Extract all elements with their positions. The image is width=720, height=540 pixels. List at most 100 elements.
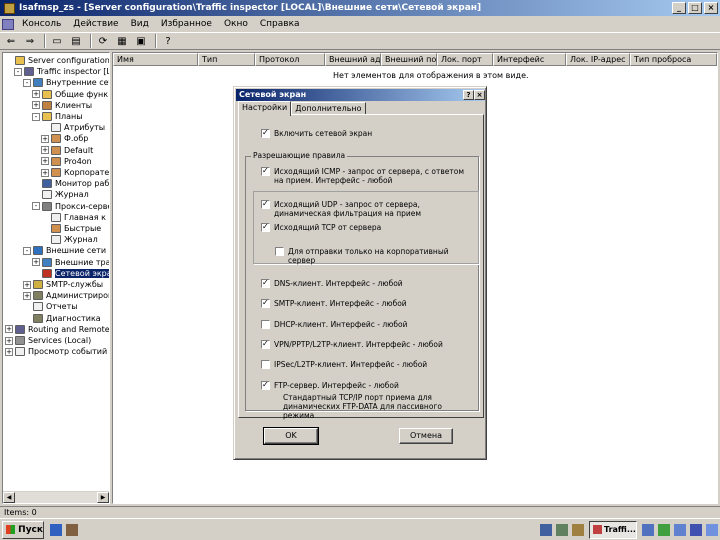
expand-icon[interactable]: + [32,90,40,99]
expand-icon[interactable]: + [5,347,13,356]
tree-item[interactable]: Атрибуты [41,122,105,133]
tree-item[interactable]: + Просмотр событий (л [5,346,109,357]
tree-item[interactable]: + Services (Local) [5,335,91,346]
ok-button[interactable]: OK [263,427,319,445]
rule-row-ftp[interactable]: FTP-сервер. Интерфейс - любой [261,380,399,390]
tree-item[interactable]: + Ф.обр [41,133,88,144]
dialog-help-button[interactable]: ? [463,90,474,100]
rule-row-smtp[interactable]: SMTP-клиент. Интерфейс - любой [261,298,407,308]
start-button[interactable]: Пуск [2,520,44,539]
expand-icon[interactable]: + [32,101,40,110]
taskbar-window-button[interactable]: Traffi... [589,520,637,539]
column-interface[interactable]: Интерфейс [493,53,566,66]
forward-icon[interactable]: ⇒ [22,34,38,48]
rule-vpn-checkbox[interactable] [261,339,270,349]
console-tree[interactable]: Server configuration - Traffic inspector [… [2,52,110,504]
quicklaunch-ie-icon[interactable] [50,523,62,536]
back-icon[interactable]: ⇐ [3,34,19,48]
rule-row-tcp[interactable]: Исходящий TCP от сервера [261,222,471,232]
tree-item[interactable]: + Внешние трафи [32,257,109,268]
rule-icmp-checkbox[interactable] [261,166,270,176]
column-local-port[interactable]: Лок. порт [437,53,493,66]
menu-window[interactable]: Окно [218,19,254,29]
tree-item[interactable]: Диагностика [23,313,101,324]
tree-item[interactable]: Журнал [32,189,89,200]
expand-icon[interactable]: + [41,157,49,166]
tray-monitor-icon[interactable] [642,523,654,536]
system-menu-icon[interactable] [2,18,14,30]
rule-row-dns[interactable]: DNS-клиент. Интерфейс - любой [261,278,403,288]
dialog-close-button[interactable]: × [474,90,485,100]
maximize-button[interactable]: □ [688,2,702,14]
rule-row-icmp[interactable]: Исходящий ICMP - запрос от сервера, с от… [261,166,471,185]
tree-item[interactable]: + Default [41,145,93,156]
tree-item[interactable]: - Прокси-серве [32,201,109,212]
column-external-port[interactable]: Внешний порт [381,53,437,66]
tree-item[interactable]: Журнал [41,234,98,245]
column-external-address[interactable]: Внешний адрес [325,53,381,66]
rule-tcp-checkbox[interactable] [261,222,270,232]
tree-item[interactable]: + Корпорате [41,167,109,178]
tree-item[interactable]: - Планы [32,111,83,122]
tree-item[interactable]: + Администриров [23,290,109,301]
tree-item[interactable]: + SMTP-службы [23,279,103,290]
tree-item[interactable]: + Общие функ [32,89,108,100]
tree-item[interactable]: Главная к [41,212,106,223]
expand-icon[interactable]: + [41,146,49,155]
tree-item[interactable]: Отчеты [23,301,78,312]
column-name[interactable]: Имя [113,53,198,66]
expand-icon[interactable]: + [41,134,49,143]
tree-item[interactable]: + Клиенты [32,100,92,111]
collapse-icon[interactable]: - [32,202,40,211]
properties-icon[interactable]: ▣ [133,34,149,48]
column-local-ip[interactable]: Лок. IP-адрес [566,53,630,66]
export-icon[interactable]: ▦ [114,34,130,48]
rule-smtp-checkbox[interactable] [261,298,270,308]
enable-firewall-row[interactable]: Включить сетевой экран [261,128,372,138]
tray-lan-icon[interactable] [706,523,718,536]
rule-udp-checkbox[interactable] [261,199,270,209]
expand-icon[interactable]: + [23,291,31,300]
menu-view[interactable]: Вид [125,19,155,29]
quicklaunch-desktop-icon[interactable] [66,523,78,536]
scroll-right-icon[interactable]: ▶ [97,492,109,503]
tray-shield-icon[interactable] [658,523,670,536]
rule-dhcp-checkbox[interactable] [261,320,270,329]
collapse-icon[interactable]: - [32,112,40,121]
column-forward-type[interactable]: Тип проброса [630,53,717,66]
column-protocol[interactable]: Протокол [255,53,325,66]
rule-row-udp[interactable]: Исходящий UDP - запрос от сервера, динам… [261,199,471,218]
tree-item[interactable]: + Pro4on [41,156,92,167]
rule-dns-checkbox[interactable] [261,278,270,288]
tree-item[interactable]: - Traffic inspector [LOC [14,66,109,77]
tray-volume-icon[interactable] [674,523,686,536]
tree-item[interactable]: Сетевой экра [32,268,109,279]
expand-icon[interactable]: + [32,258,40,267]
cancel-button[interactable]: Отмена [399,428,453,444]
enable-firewall-checkbox[interactable] [261,128,270,138]
minimize-button[interactable]: _ [672,2,686,14]
up-folder-icon[interactable]: ▭ [49,34,65,48]
tree-item[interactable]: + Routing and Remote A [5,324,109,335]
expand-icon[interactable]: + [5,325,13,334]
rule-row-dhcp[interactable]: DHCP-клиент. Интерфейс - любой [261,320,408,329]
rule-ftp-checkbox[interactable] [261,380,270,390]
refresh-icon[interactable]: ⟳ [95,34,111,48]
column-type[interactable]: Тип [198,53,255,66]
menu-help[interactable]: Справка [254,19,306,29]
collapse-icon[interactable]: - [23,78,31,87]
rule-row-vpn[interactable]: VPN/PPTP/L2TP-клиент. Интерфейс - любой [261,339,443,349]
expand-icon[interactable]: + [5,336,13,345]
collapse-icon[interactable]: - [14,67,22,76]
close-button[interactable]: × [704,2,718,14]
tray-connection-icon[interactable] [690,523,702,536]
tray-app-icon[interactable] [572,523,584,536]
menu-console[interactable]: Консоль [16,19,67,29]
tree-item[interactable]: - Внутренние сети [23,77,109,88]
tree-item[interactable]: Монитор рабо [32,178,109,189]
menu-action[interactable]: Действие [67,19,124,29]
rule-ipsec-checkbox[interactable] [261,360,270,369]
tab-settings[interactable]: Настройки [238,101,292,116]
rule-row-ipsec[interactable]: IPSec/L2TP-клиент. Интерфейс - любой [261,360,427,369]
expand-icon[interactable]: + [41,168,49,177]
